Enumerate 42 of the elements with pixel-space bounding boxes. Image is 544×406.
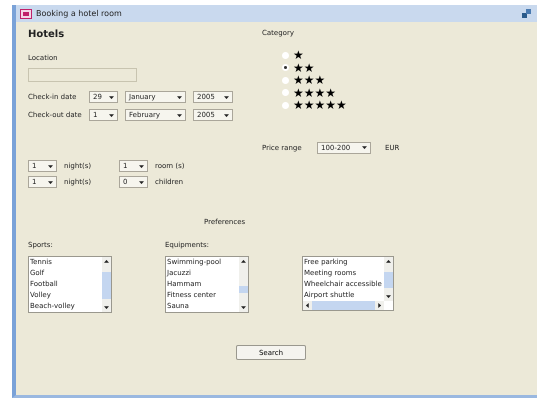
window-title: Booking a hotel room: [36, 9, 123, 18]
down-arrow-icon[interactable]: [109, 94, 114, 100]
down-arrow-icon[interactable]: [139, 164, 144, 168]
up-arrow-icon[interactable]: [386, 259, 391, 264]
down-arrow-icon[interactable]: [177, 112, 182, 118]
down-arrow-icon[interactable]: [224, 94, 229, 100]
radio-button[interactable]: [282, 52, 289, 59]
left-arrow-icon[interactable]: [305, 303, 310, 308]
down-arrow-icon[interactable]: [386, 294, 391, 299]
down-arrow-icon[interactable]: [177, 94, 182, 100]
down-arrow-icon[interactable]: [48, 180, 53, 184]
star-label: ★★: [293, 62, 315, 74]
down-arrow-icon[interactable]: [109, 112, 114, 118]
star-label: ★★★★★: [293, 99, 347, 112]
scroll-thumb[interactable]: [384, 272, 393, 288]
down-arrow-icon[interactable]: [241, 305, 246, 310]
down-arrow-icon[interactable]: [104, 305, 109, 310]
down-arrow-icon[interactable]: [139, 180, 144, 184]
scroll-bar[interactable]: [239, 257, 248, 312]
scroll-bar[interactable]: [303, 301, 384, 310]
right-arrow-icon[interactable]: [376, 303, 382, 308]
section-heading: Hotels: [28, 29, 64, 40]
down-arrow-icon[interactable]: [362, 145, 367, 150]
scroll-thumb[interactable]: [102, 272, 111, 299]
radio-button[interactable]: [282, 89, 289, 96]
scroll-bar[interactable]: [384, 257, 393, 301]
up-arrow-icon[interactable]: [104, 259, 109, 264]
up-arrow-icon[interactable]: [241, 259, 246, 264]
star-label: ★★★★: [293, 86, 336, 99]
radio-button[interactable]: [282, 102, 289, 109]
star-label: ★★★: [293, 74, 326, 86]
restore-icon[interactable]: [522, 9, 531, 18]
window-app-icon: [20, 8, 32, 18]
star-label: ★: [293, 49, 304, 62]
down-arrow-icon[interactable]: [48, 164, 53, 168]
radio-button[interactable]: [282, 76, 289, 84]
scroll-bar[interactable]: [102, 257, 111, 312]
radio-button[interactable]: [282, 64, 289, 72]
scroll-thumb[interactable]: [312, 301, 375, 310]
location-field[interactable]: [28, 68, 137, 82]
down-arrow-icon[interactable]: [224, 112, 229, 118]
scroll-thumb[interactable]: [239, 286, 248, 293]
